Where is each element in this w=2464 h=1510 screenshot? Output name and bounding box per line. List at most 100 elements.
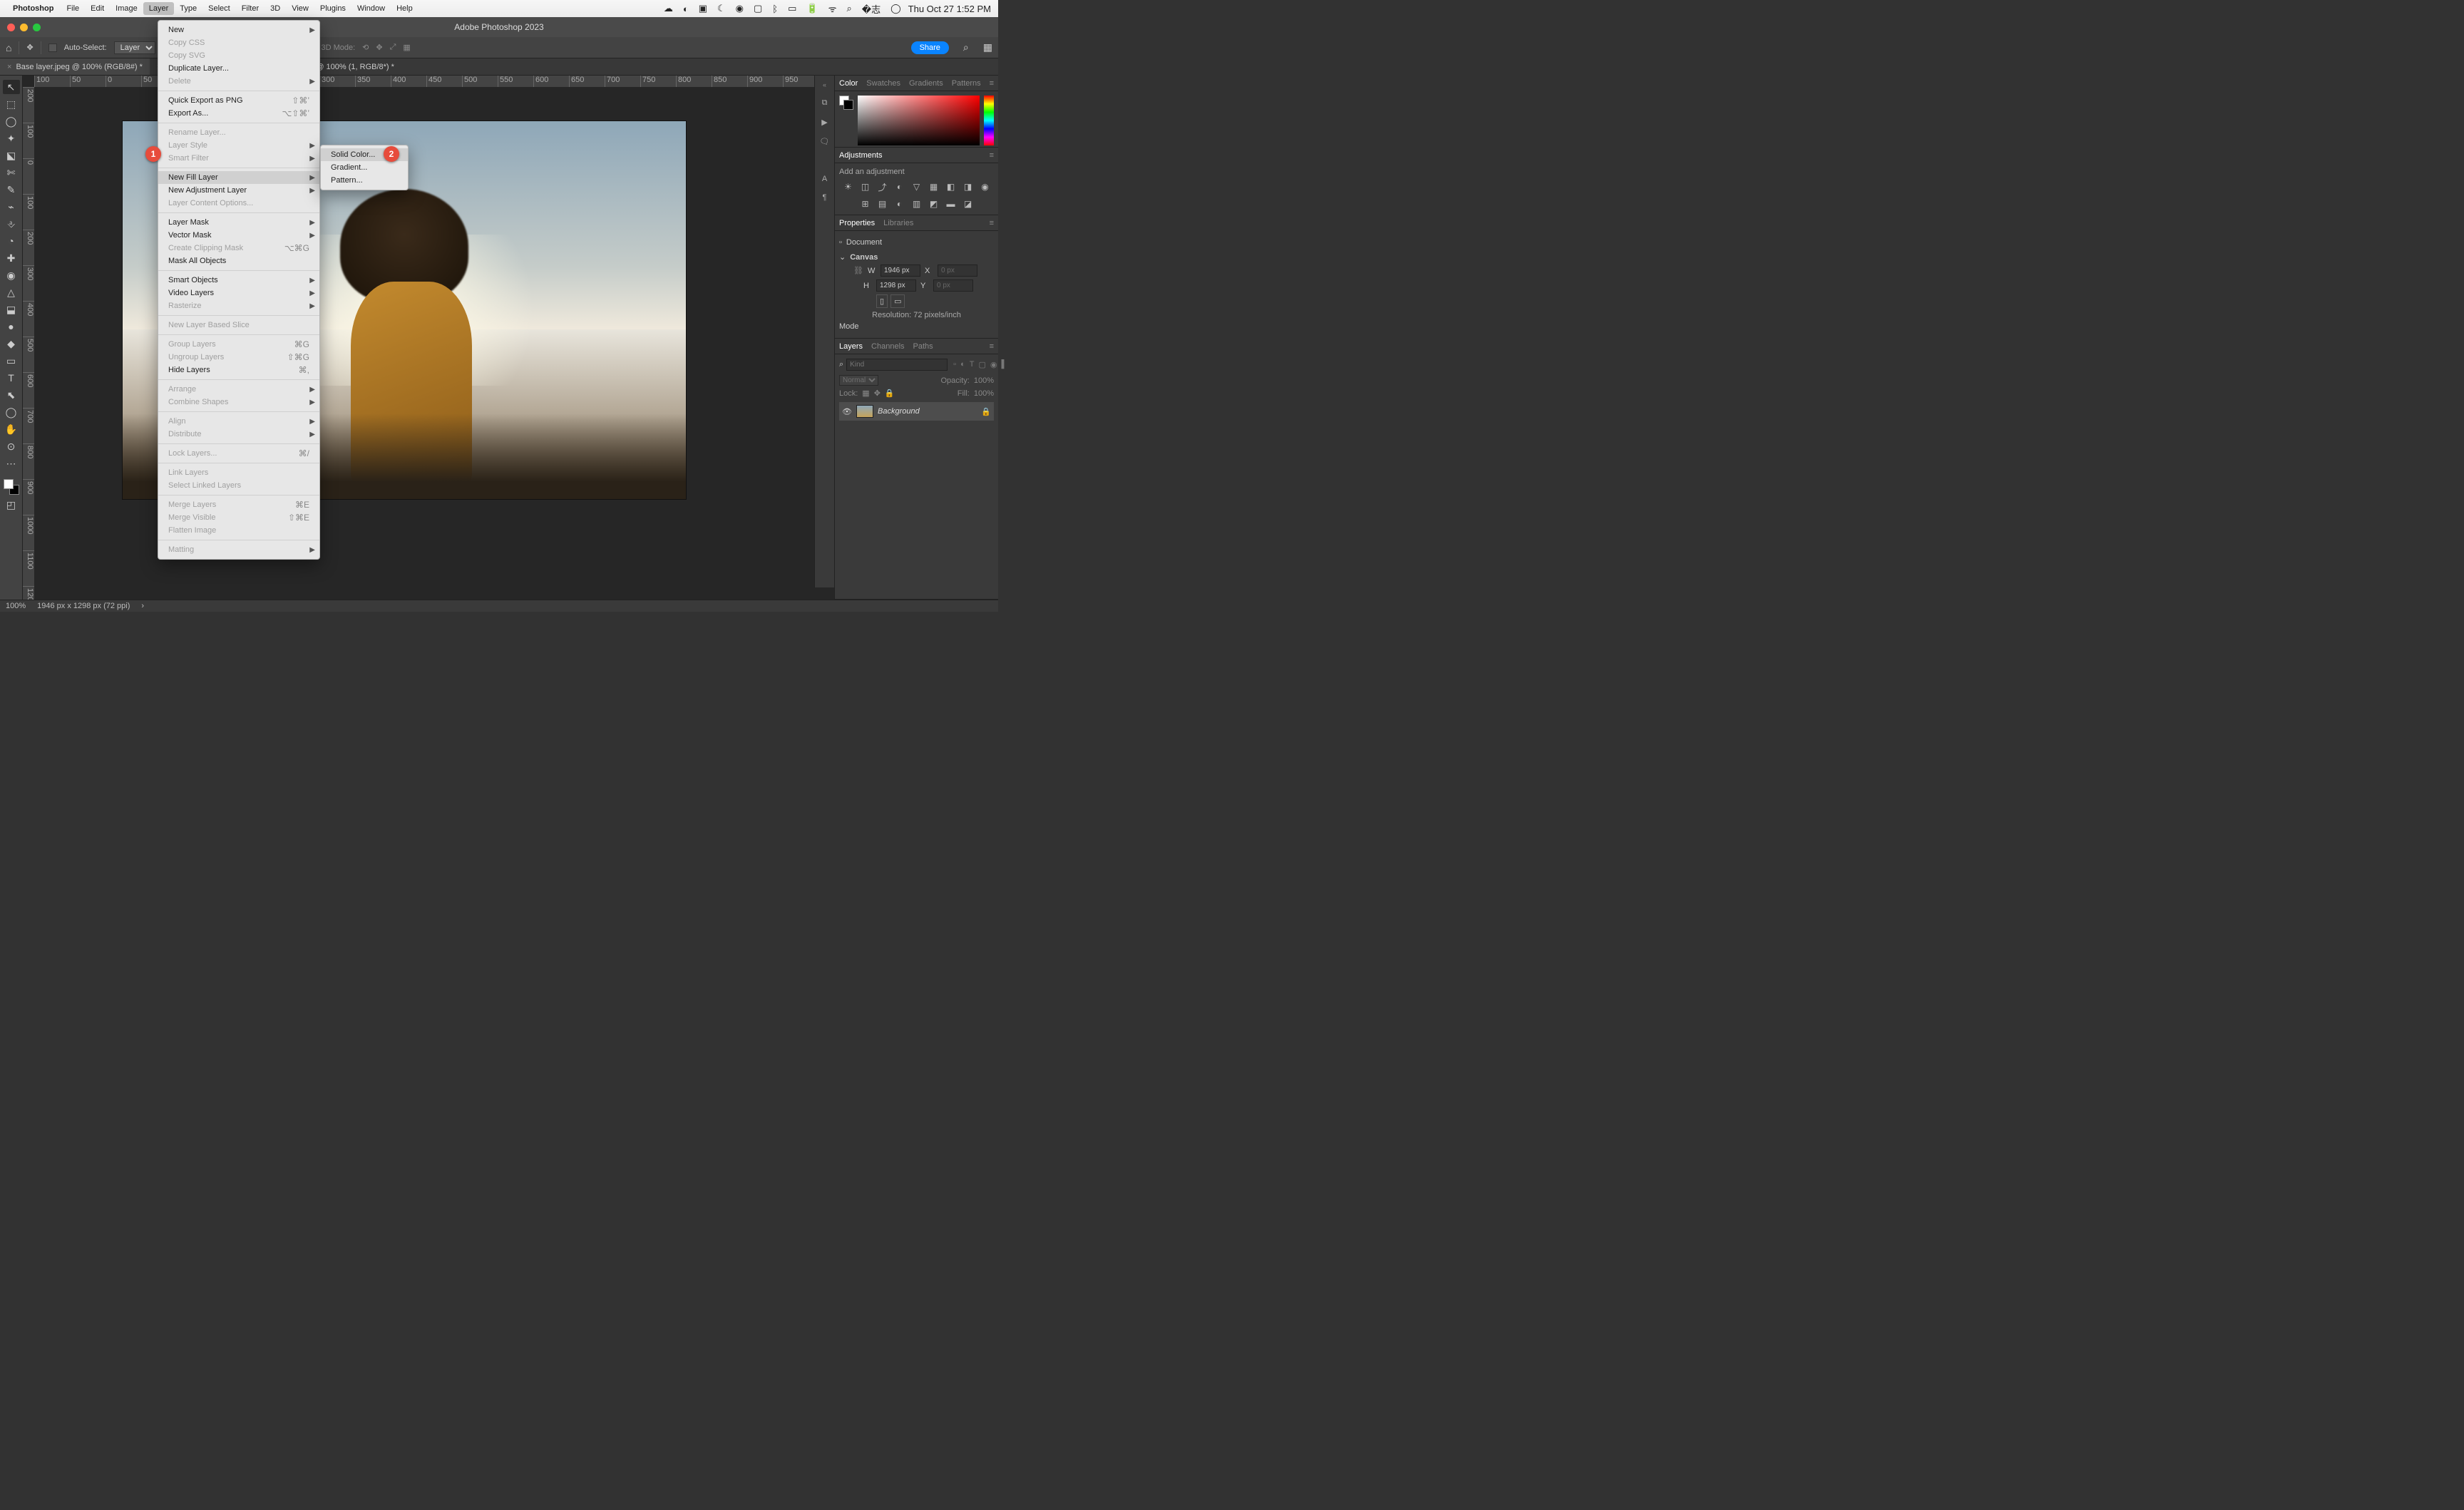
menu-plugins[interactable]: Plugins [314, 2, 351, 15]
link-wh-icon[interactable]: ⛓ [853, 266, 863, 275]
tool-3[interactable]: ✦ [3, 131, 20, 145]
tool-0[interactable]: ↖ [3, 80, 20, 94]
tool-6[interactable]: ✎ [3, 183, 20, 197]
invert-icon[interactable]: ◐ [893, 197, 906, 210]
3d-pan-icon[interactable]: ✥ [376, 43, 382, 52]
menu-item-export-as-[interactable]: Export As...⌥⇧⌘’ [158, 107, 319, 120]
workspace-icon[interactable]: ▦ [983, 41, 992, 53]
threshold-icon[interactable]: ◩ [928, 197, 940, 210]
layer-name[interactable]: Background [878, 407, 977, 416]
menu-3d[interactable]: 3D [265, 2, 286, 15]
share-button[interactable]: Share [911, 41, 949, 54]
quick-mask-icon[interactable]: ◰ [3, 498, 20, 512]
spotlight-icon[interactable]: ⌕ [846, 3, 851, 14]
menu-item-new-fill-layer[interactable]: New Fill Layer▶ [158, 171, 319, 184]
canvas-disclosure-icon[interactable]: ⌄ [839, 252, 846, 262]
width-input[interactable] [881, 264, 920, 277]
tool-2[interactable]: ◯ [3, 114, 20, 128]
menu-item-hide-layers[interactable]: Hide Layers⌘, [158, 364, 319, 376]
menu-item-mask-all-objects[interactable]: Mask All Objects [158, 255, 319, 267]
tool-13[interactable]: ⬓ [3, 302, 20, 317]
search-icon[interactable]: ⌕ [963, 41, 969, 53]
character-icon[interactable]: A [822, 175, 827, 183]
document-tab[interactable]: ×Base layer.jpeg @ 100% (RGB/8#) * [0, 58, 150, 75]
3d-dolly-icon[interactable]: ⤢ [390, 43, 396, 52]
bw-icon[interactable]: ◨ [962, 180, 975, 193]
lock-pixels-icon[interactable]: ▦ [862, 389, 869, 398]
menu-item-new-adjustment-layer[interactable]: New Adjustment Layer▶ [158, 184, 319, 197]
filter-toggle-icon[interactable]: ▌ [1001, 360, 1007, 369]
hue-slider[interactable] [984, 96, 994, 145]
layer-visibility-icon[interactable]: 👁 [842, 407, 852, 416]
menu-item-new[interactable]: New▶ [158, 24, 319, 36]
battery-icon[interactable]: 🔋 [806, 3, 818, 14]
display-icon[interactable]: ▭ [788, 3, 796, 14]
3d-camera-icon[interactable]: ▦ [403, 43, 410, 52]
submenu-item-gradient-[interactable]: Gradient... [321, 161, 408, 174]
close-button[interactable] [7, 24, 15, 31]
zoom-level[interactable]: 100% [6, 602, 26, 610]
panel-tab-libraries[interactable]: Libraries [883, 219, 913, 227]
orientation-portrait-icon[interactable]: ▯ [876, 294, 888, 308]
panel-tab-layers[interactable]: Layers [839, 342, 863, 351]
tool-9[interactable]: ◔ [3, 234, 20, 248]
tool-15[interactable]: ◆ [3, 337, 20, 351]
menu-image[interactable]: Image [110, 2, 143, 15]
panel-tab-patterns[interactable]: Patterns [952, 79, 981, 88]
filter-adjust-icon[interactable]: ◐ [960, 360, 965, 369]
status-disclosure-icon[interactable]: › [141, 602, 144, 610]
layer-lock-icon[interactable]: 🔒 [981, 407, 991, 416]
wifi-icon[interactable]: ᯤ [828, 2, 837, 15]
lock-position-icon[interactable]: ✥ [874, 389, 881, 398]
tool-16[interactable]: ▭ [3, 354, 20, 368]
play-icon[interactable]: ▶ [821, 118, 827, 127]
channel-mixer-icon[interactable]: ⊞ [859, 197, 872, 210]
tool-22[interactable]: ⋯ [3, 456, 20, 471]
menu-item-duplicate-layer-[interactable]: Duplicate Layer... [158, 62, 319, 75]
menu-file[interactable]: File [61, 2, 85, 15]
tool-21[interactable]: ⊙ [3, 439, 20, 453]
filter-pixel-icon[interactable]: ▫ [953, 360, 956, 369]
menu-type[interactable]: Type [174, 2, 202, 15]
cloud-icon[interactable]: ☁︎ [664, 3, 673, 14]
lock-all-icon[interactable]: 🔒 [885, 389, 895, 398]
brightness-icon[interactable]: ☀ [842, 180, 855, 193]
minimize-button[interactable] [20, 24, 28, 31]
filter-shape-icon[interactable]: ▢ [978, 360, 985, 369]
orientation-landscape-icon[interactable]: ▭ [890, 294, 905, 308]
bluetooth-icon[interactable]: ᛒ [772, 4, 778, 14]
record-icon[interactable]: ◉ [736, 3, 744, 14]
filter-type-icon[interactable]: T [970, 360, 975, 369]
layer-row[interactable]: 👁 Background 🔒 [839, 402, 994, 421]
menu-layer[interactable]: Layer [143, 2, 175, 15]
control-center-icon[interactable]: �志 [862, 2, 881, 16]
tool-14[interactable]: ● [3, 319, 20, 334]
tool-8[interactable]: ⎀ [3, 217, 20, 231]
panel-menu-icon[interactable]: ≡ [990, 151, 994, 160]
levels-icon[interactable]: ◫ [859, 180, 872, 193]
hue-sat-icon[interactable]: ▦ [928, 180, 940, 193]
menu-item-vector-mask[interactable]: Vector Mask▶ [158, 229, 319, 242]
menu-help[interactable]: Help [391, 2, 419, 15]
height-input[interactable] [876, 279, 916, 292]
posterize-icon[interactable]: ▥ [910, 197, 923, 210]
color-field[interactable] [858, 96, 980, 145]
panel-tab-adjustments[interactable]: Adjustments [839, 151, 883, 160]
sync-icon[interactable]: ◐ [683, 4, 689, 14]
paragraph-icon[interactable]: ¶ [823, 193, 827, 202]
move-tool-icon[interactable]: ✥ [26, 43, 33, 52]
tool-1[interactable]: ⬚ [3, 97, 20, 111]
menu-window[interactable]: Window [351, 2, 391, 15]
tool-18[interactable]: ⬉ [3, 388, 20, 402]
menubar-clock[interactable]: Thu Oct 27 1:52 PM [908, 4, 991, 14]
layers-kind-search[interactable] [846, 359, 948, 371]
comment-icon[interactable]: 🗨 [820, 137, 830, 146]
panel-menu-icon[interactable]: ≡ [990, 342, 994, 351]
menu-item-smart-objects[interactable]: Smart Objects▶ [158, 274, 319, 287]
submenu-item-pattern-[interactable]: Pattern... [321, 174, 408, 187]
menu-item-quick-export-as-png[interactable]: Quick Export as PNG⇧⌘’ [158, 94, 319, 107]
tool-12[interactable]: △ [3, 285, 20, 299]
photo-filter-icon[interactable]: ◉ [979, 180, 992, 193]
panel-tab-channels[interactable]: Channels [871, 342, 904, 351]
facetime-icon[interactable]: ▣ [699, 3, 707, 14]
